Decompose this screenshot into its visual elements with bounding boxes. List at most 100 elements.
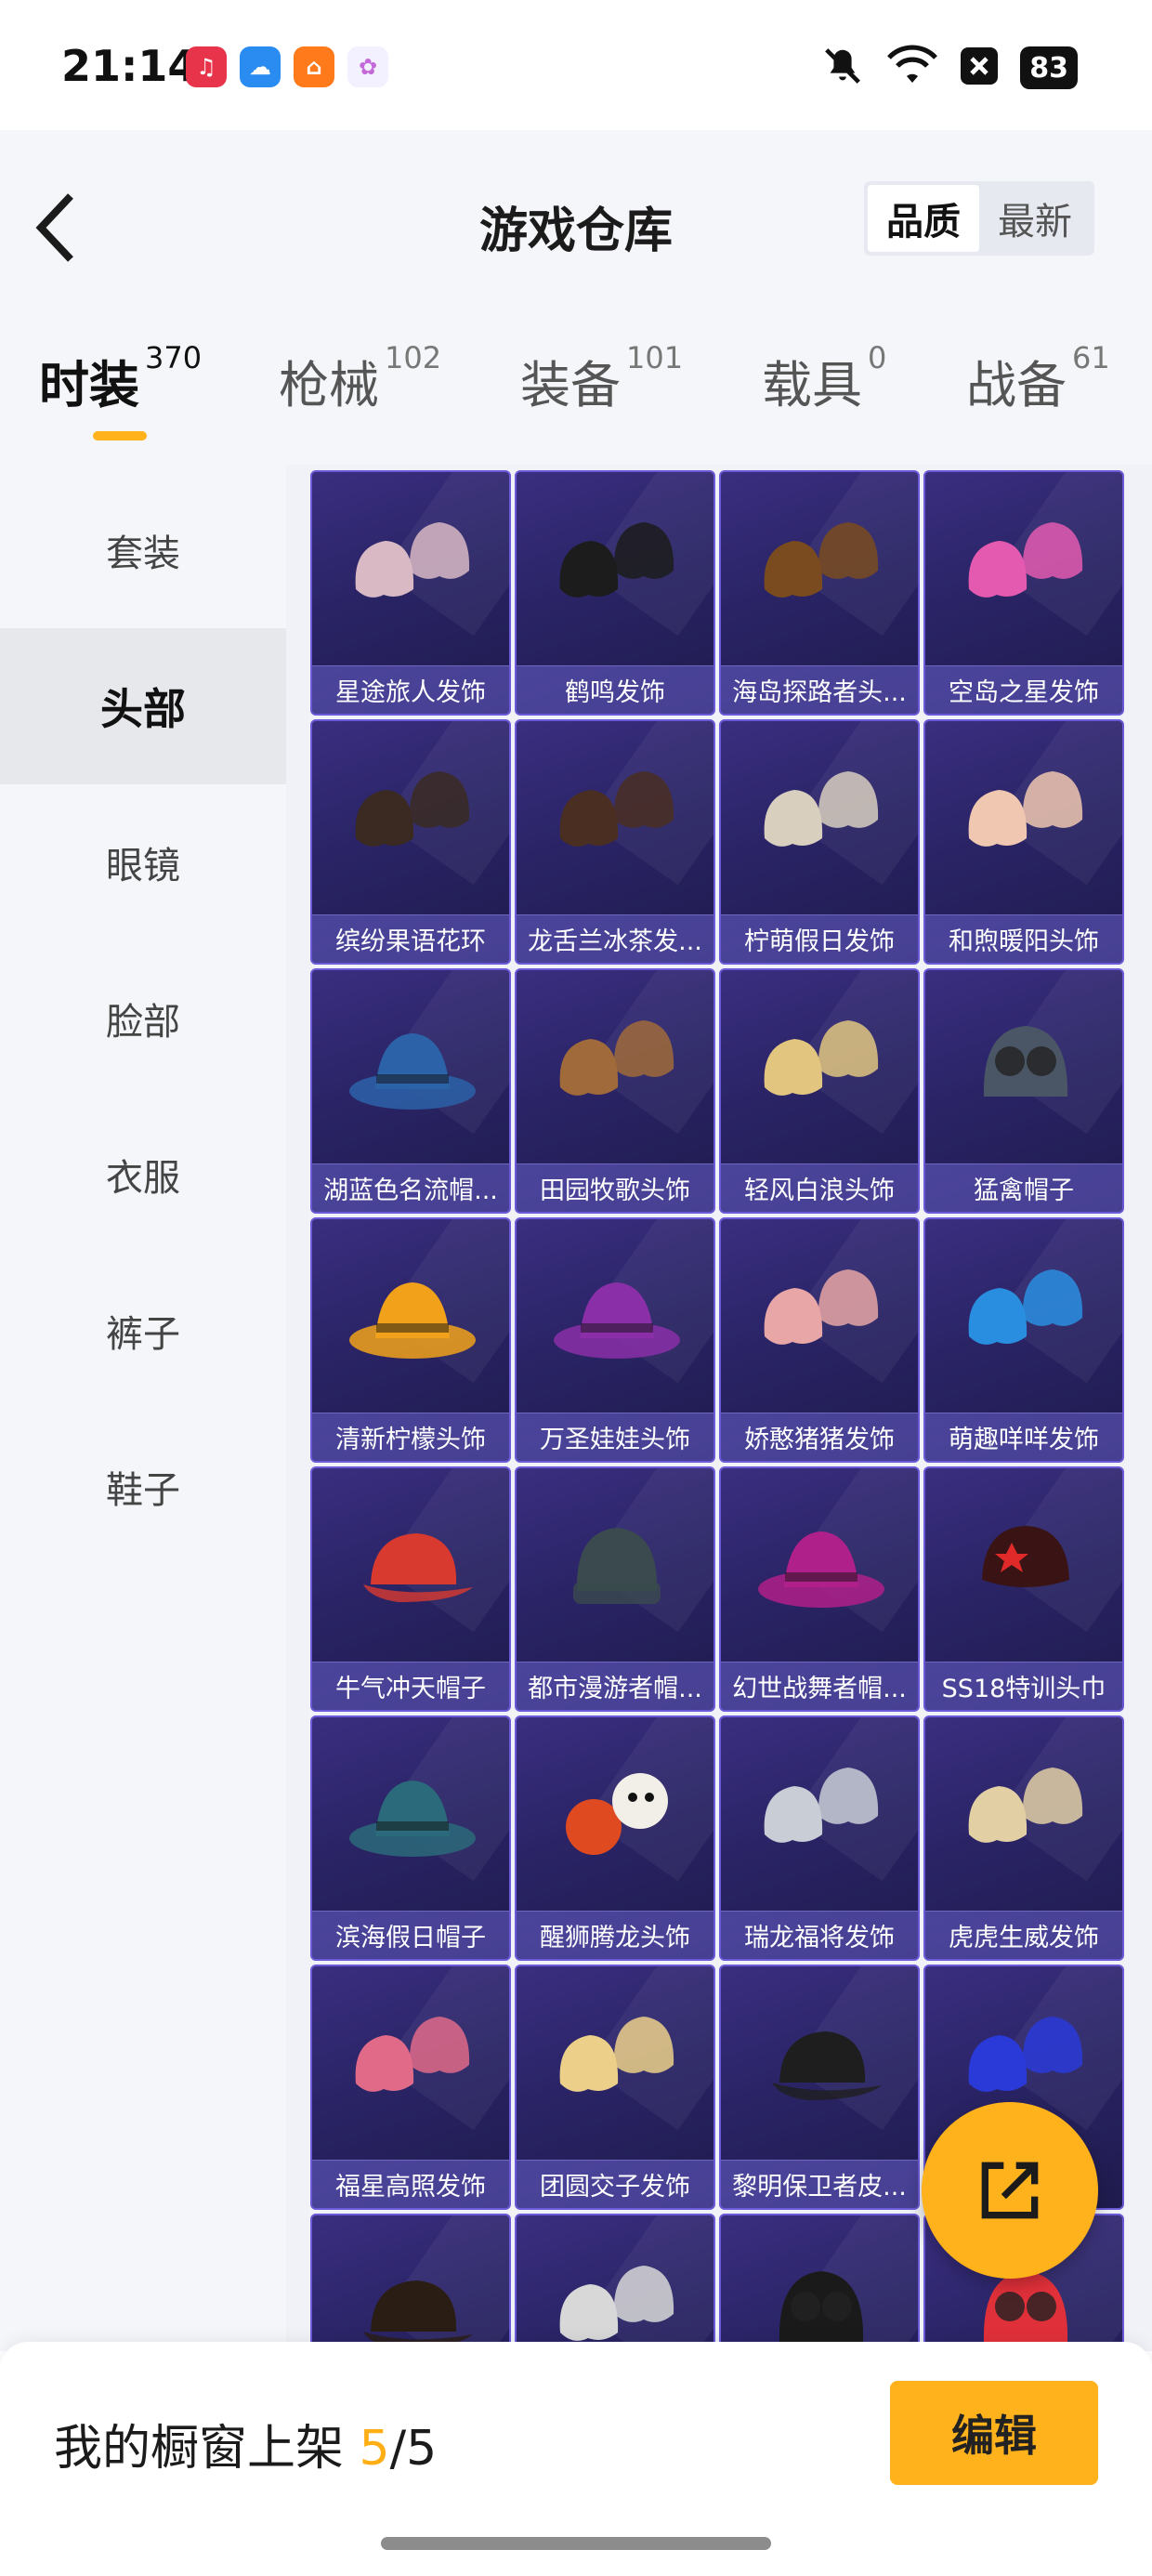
- item-name: 田园牧歌头饰: [517, 1163, 713, 1212]
- cap-icon: [721, 1976, 918, 2152]
- item-card[interactable]: 团圆交子发饰: [515, 1965, 715, 2210]
- item-card[interactable]: 缤纷果语花环: [310, 719, 511, 965]
- tab-label: 载具: [762, 356, 862, 414]
- item-card[interactable]: 黎明保卫者皮...: [719, 1965, 920, 2210]
- hat-icon: [312, 1727, 509, 1903]
- item-name: 鹤鸣发饰: [517, 665, 713, 714]
- hair-icon: [517, 730, 713, 907]
- sidebar-item-face[interactable]: 脸部: [0, 940, 286, 1097]
- item-name: 猛禽帽子: [925, 1163, 1122, 1212]
- bottom-bar: 我的橱窗上架 5/5 编辑: [0, 2342, 1152, 2576]
- item-card[interactable]: 海岛探路者头...: [719, 470, 920, 716]
- sidebar: 套装 头部 眼镜 脸部 衣服 裤子 鞋子: [0, 465, 286, 2351]
- close-box-icon: [961, 47, 999, 88]
- item-card[interactable]: 都市漫游者帽...: [515, 1466, 715, 1712]
- item-name: 空岛之星发饰: [925, 665, 1122, 714]
- item-card[interactable]: 醒狮腾龙头饰: [515, 1715, 715, 1961]
- lion-icon: [517, 1727, 713, 1903]
- item-name: SS18特训头巾: [925, 1662, 1122, 1710]
- sidebar-item-shoes[interactable]: 鞋子: [0, 1409, 286, 1565]
- helmet-icon: [925, 979, 1122, 1156]
- item-name: 清新柠檬头饰: [312, 1413, 509, 1461]
- item-card[interactable]: 湖蓝色名流帽...: [310, 968, 511, 1214]
- home-indicator[interactable]: [381, 2537, 771, 2550]
- item-name: 万圣娃娃头饰: [517, 1413, 713, 1461]
- header: 游戏仓库 品质 最新 时装 370 枪械 102 装备 101 载具 0 战备 …: [0, 130, 1152, 465]
- item-card[interactable]: 鹤鸣发饰: [515, 470, 715, 716]
- item-grid: 星途旅人发饰 鹤鸣发饰 海岛探路者头... 空岛之星发饰缤纷果语花环 龙舌兰冰茶发...…: [310, 470, 1128, 2351]
- tab-equipment[interactable]: 装备 101: [520, 340, 683, 417]
- item-card[interactable]: 清新柠檬头饰: [310, 1217, 511, 1463]
- sort-quality-option[interactable]: 品质: [868, 185, 979, 252]
- item-name: 娇憨猪猪发饰: [721, 1413, 918, 1461]
- item-card[interactable]: 和煦暖阳头饰: [923, 719, 1124, 965]
- item-card[interactable]: 瑞龙福将发饰: [719, 1715, 920, 1961]
- flower-app-icon: ✿: [347, 46, 388, 87]
- item-name: 幻世战舞者帽...: [721, 1662, 918, 1710]
- item-card[interactable]: 龙舌兰冰茶发...: [515, 719, 715, 965]
- tab-label: 装备: [520, 356, 621, 414]
- sidebar-item-glasses[interactable]: 眼镜: [0, 784, 286, 940]
- item-card[interactable]: [515, 2214, 715, 2351]
- item-name: 龙舌兰冰茶发...: [517, 914, 713, 963]
- item-card[interactable]: [310, 2214, 511, 2351]
- hat-icon: [312, 979, 509, 1156]
- item-card[interactable]: 滨海假日帽子: [310, 1715, 511, 1961]
- item-name: 缤纷果语花环: [312, 914, 509, 963]
- tab-label: 战备: [966, 356, 1067, 414]
- showcase-total: /5: [389, 2421, 438, 2477]
- hair-icon: [517, 481, 713, 658]
- item-name: 星途旅人发饰: [312, 665, 509, 714]
- sidebar-item-pants[interactable]: 裤子: [0, 1253, 286, 1409]
- notification-icons: ♫ ☁ ⌂ ✿: [186, 46, 388, 87]
- item-card[interactable]: 虎虎生威发饰: [923, 1715, 1124, 1961]
- hair-icon: [517, 2225, 713, 2351]
- edit-button[interactable]: 编辑: [890, 2381, 1098, 2485]
- item-card[interactable]: 猛禽帽子: [923, 968, 1124, 1214]
- item-name: 团圆交子发饰: [517, 2160, 713, 2208]
- tab-vehicles[interactable]: 载具 0: [762, 340, 886, 417]
- status-time: 21:14: [61, 41, 198, 91]
- hat-icon: [312, 1229, 509, 1405]
- item-card[interactable]: 田园牧歌头饰: [515, 968, 715, 1214]
- item-card[interactable]: 柠萌假日发饰: [719, 719, 920, 965]
- tab-label: 时装: [39, 356, 139, 414]
- share-button[interactable]: [922, 2102, 1098, 2279]
- item-card[interactable]: 空岛之星发饰: [923, 470, 1124, 716]
- system-icons: 83: [821, 45, 1078, 91]
- home-app-icon: ⌂: [294, 46, 334, 87]
- item-card[interactable]: [719, 2214, 920, 2351]
- sidebar-item-suits[interactable]: 套装: [0, 472, 286, 628]
- hair-icon: [925, 1229, 1122, 1405]
- item-card[interactable]: SS18特训头巾: [923, 1466, 1124, 1712]
- item-name: 黎明保卫者皮...: [721, 2160, 918, 2208]
- item-card[interactable]: 万圣娃娃头饰: [515, 1217, 715, 1463]
- tab-count: 101: [626, 340, 684, 375]
- item-card[interactable]: 娇憨猪猪发饰: [719, 1217, 920, 1463]
- sidebar-item-clothes[interactable]: 衣服: [0, 1097, 286, 1253]
- sort-newest-option[interactable]: 最新: [979, 185, 1091, 252]
- item-card[interactable]: 牛气冲天帽子: [310, 1466, 511, 1712]
- item-name: 滨海假日帽子: [312, 1911, 509, 1959]
- category-tabs: 时装 370 枪械 102 装备 101 载具 0 战备 61: [0, 340, 1152, 446]
- item-card[interactable]: 福星高照发饰: [310, 1965, 511, 2210]
- tab-count: 370: [145, 340, 203, 375]
- item-name: 牛气冲天帽子: [312, 1662, 509, 1710]
- active-tab-indicator: [93, 431, 147, 440]
- item-card[interactable]: 星途旅人发饰: [310, 470, 511, 716]
- item-card[interactable]: 幻世战舞者帽...: [719, 1466, 920, 1712]
- item-card[interactable]: 轻风白浪头饰: [719, 968, 920, 1214]
- tab-fashion[interactable]: 时装 370: [39, 340, 202, 417]
- hair-icon: [517, 1976, 713, 2152]
- hair-icon: [925, 730, 1122, 907]
- battery-indicator: 83: [1020, 46, 1078, 89]
- hair-icon: [721, 1229, 918, 1405]
- sidebar-item-head[interactable]: 头部: [0, 628, 286, 784]
- item-card[interactable]: 萌趣咩咩发饰: [923, 1217, 1124, 1463]
- item-name: 虎虎生威发饰: [925, 1911, 1122, 1959]
- item-grid-container[interactable]: 星途旅人发饰 鹤鸣发饰 海岛探路者头... 空岛之星发饰缤纷果语花环 龙舌兰冰茶发...…: [286, 465, 1152, 2351]
- status-bar: 21:14 ♫ ☁ ⌂ ✿ 83: [0, 0, 1152, 130]
- tab-guns[interactable]: 枪械 102: [279, 340, 441, 417]
- tab-count: 61: [1072, 340, 1110, 375]
- tab-supplies[interactable]: 战备 61: [966, 340, 1110, 417]
